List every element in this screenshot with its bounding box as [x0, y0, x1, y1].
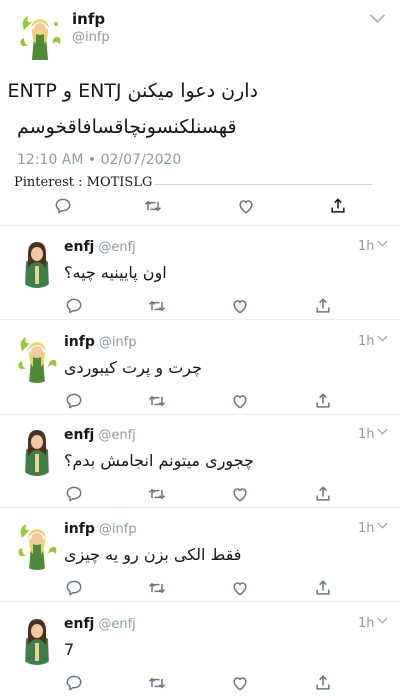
heart-icon[interactable] [230, 673, 250, 693]
reply-author[interactable]: enfj @enfj [64, 239, 136, 255]
avatar-infp[interactable] [14, 10, 66, 62]
reply-author-name[interactable]: infp [64, 521, 95, 537]
reply-timestamp[interactable]: 1h [358, 616, 375, 631]
reply-actions [0, 578, 400, 600]
reply-author-handle[interactable]: @enfj [98, 240, 135, 255]
avatar-enfj[interactable] [14, 426, 60, 476]
watermark: Pinterest : MOTISLG [14, 175, 153, 190]
author-name[interactable]: infp [72, 10, 105, 28]
heart-icon[interactable] [230, 484, 250, 504]
reply-author-handle[interactable]: @infp [99, 522, 137, 537]
reply-tweet[interactable]: enfj @enfj 1h 7 [0, 605, 400, 696]
reply-icon[interactable] [64, 484, 84, 504]
chevron-down-icon[interactable] [377, 236, 388, 247]
reply-icon[interactable] [64, 578, 84, 598]
heart-icon[interactable] [230, 391, 250, 411]
avatar-infp[interactable] [14, 520, 60, 570]
reply-actions [0, 391, 400, 413]
share-icon[interactable] [313, 391, 333, 411]
retweet-icon[interactable] [147, 673, 167, 693]
retweet-icon[interactable] [147, 578, 167, 598]
divider [154, 184, 372, 185]
chevron-down-icon[interactable] [369, 7, 386, 24]
tweet-actions [0, 196, 400, 218]
main-tweet: infp @infp دارن دعوا میکنن ENTJ و ENTP ق… [0, 0, 400, 226]
share-icon[interactable] [313, 578, 333, 598]
reply-icon[interactable] [64, 391, 84, 411]
reply-tweet[interactable]: enfj @enfj 1h چجوری میتونم انجامش بدم؟ [0, 416, 400, 508]
retweet-icon[interactable] [147, 391, 167, 411]
heart-icon[interactable] [236, 196, 256, 216]
reply-actions [0, 673, 400, 695]
tweet-text-line-1: دارن دعوا میکنن ENTJ و ENTP [7, 80, 258, 102]
reply-author-handle[interactable]: @enfj [98, 617, 135, 632]
reply-icon[interactable] [53, 196, 73, 216]
retweet-icon[interactable] [147, 296, 167, 316]
heart-icon[interactable] [230, 578, 250, 598]
reply-timestamp[interactable]: 1h [358, 427, 375, 442]
reply-text: اون پایینیه چیه؟ [64, 263, 167, 282]
reply-author-name[interactable]: enfj [64, 427, 94, 443]
avatar-enfj[interactable] [14, 238, 60, 288]
reply-author-handle[interactable]: @infp [99, 335, 137, 350]
reply-author[interactable]: enfj @enfj [64, 427, 136, 443]
reply-author[interactable]: infp @infp [64, 334, 137, 350]
reply-tweet[interactable]: infp @infp 1h فقط الکی بزن رو یه چیزی [0, 510, 400, 602]
share-icon[interactable] [313, 673, 333, 693]
avatar-infp[interactable] [14, 333, 60, 383]
share-icon[interactable] [313, 484, 333, 504]
reply-actions [0, 296, 400, 318]
chevron-down-icon[interactable] [377, 613, 388, 624]
chevron-down-icon[interactable] [377, 518, 388, 529]
reply-author-name[interactable]: enfj [64, 239, 94, 255]
avatar-enfj[interactable] [14, 615, 60, 665]
reply-text: 7 [64, 640, 75, 659]
tweet-timestamp[interactable]: 12:10 AM • 02/07/2020 [17, 152, 181, 168]
reply-icon[interactable] [64, 296, 84, 316]
reply-timestamp[interactable]: 1h [358, 334, 375, 349]
reply-text: چجوری میتونم انجامش بدم؟ [64, 451, 254, 470]
reply-author[interactable]: infp @infp [64, 521, 137, 537]
reply-author[interactable]: enfj @enfj [64, 616, 136, 632]
reply-icon[interactable] [64, 673, 84, 693]
reply-actions [0, 484, 400, 506]
reply-text: فقط الکی بزن رو یه چیزی [64, 545, 242, 564]
reply-author-handle[interactable]: @enfj [98, 428, 135, 443]
reply-timestamp[interactable]: 1h [358, 521, 375, 536]
heart-icon[interactable] [230, 296, 250, 316]
tweet-text-line-2: قهسنلکنسونچاقسافاقخوسم [17, 116, 237, 138]
share-icon[interactable] [328, 196, 348, 216]
reply-author-name[interactable]: infp [64, 334, 95, 350]
chevron-down-icon[interactable] [377, 424, 388, 435]
chevron-down-icon[interactable] [377, 331, 388, 342]
reply-timestamp[interactable]: 1h [358, 239, 375, 254]
author-handle[interactable]: @infp [72, 30, 110, 45]
reply-text: چرت و پرت کیبوردی [64, 358, 203, 377]
reply-tweet[interactable]: infp @infp 1h چرت و پرت کیبوردی [0, 323, 400, 415]
retweet-icon[interactable] [143, 196, 163, 216]
reply-author-name[interactable]: enfj [64, 616, 94, 632]
share-icon[interactable] [313, 296, 333, 316]
retweet-icon[interactable] [147, 484, 167, 504]
reply-tweet[interactable]: enfj @enfj 1h اون پایینیه چیه؟ [0, 228, 400, 320]
